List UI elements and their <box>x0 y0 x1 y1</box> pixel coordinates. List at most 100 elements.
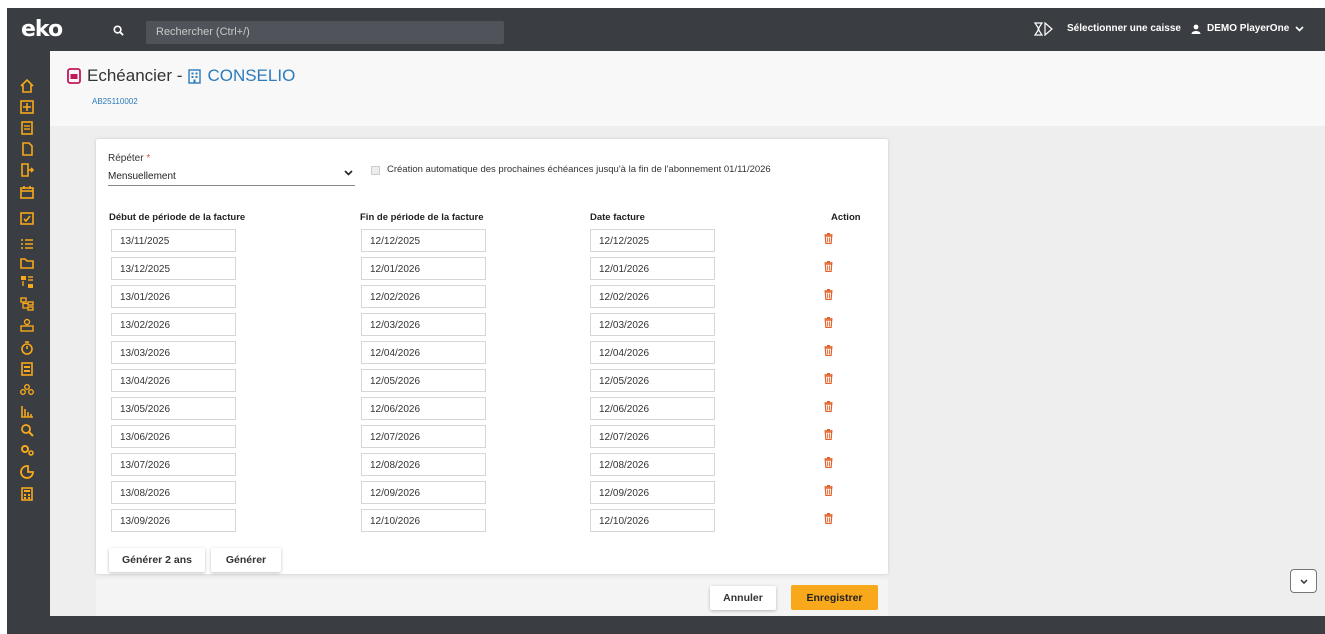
end-date-input[interactable]: 12/12/2025 <box>361 229 486 252</box>
end-date-input[interactable]: 12/10/2026 <box>361 509 486 532</box>
start-date-input[interactable]: 13/04/2026 <box>111 369 236 392</box>
date-date-input[interactable]: 12/06/2026 <box>590 397 715 420</box>
date-date-input[interactable]: 12/03/2026 <box>590 313 715 336</box>
trash-icon[interactable] <box>823 428 833 440</box>
group-icon[interactable] <box>20 383 34 397</box>
trash-icon[interactable] <box>823 316 833 328</box>
start-date-input[interactable]: 13/08/2026 <box>111 481 236 504</box>
chevron-down-icon <box>344 170 353 176</box>
hierarchy-icon[interactable] <box>20 297 34 311</box>
date-date-input[interactable]: 12/12/2025 <box>590 229 715 252</box>
folder-icon[interactable] <box>20 256 34 270</box>
user-menu-button[interactable]: DEMO PlayerOne <box>1191 23 1304 34</box>
trash-icon[interactable] <box>823 512 833 524</box>
table-row: 13/02/2026 12/03/2026 12/03/2026 <box>96 313 888 337</box>
top-bar: eko Rechercher (Ctrl+/) Sélectionner une… <box>7 8 1325 51</box>
cash-register-icon[interactable] <box>1033 21 1054 39</box>
timer-icon[interactable] <box>20 341 34 355</box>
date-date-input[interactable]: 12/01/2026 <box>590 257 715 280</box>
search-icon[interactable] <box>20 423 34 437</box>
start-date-input[interactable]: 13/09/2026 <box>111 509 236 532</box>
export-document-icon[interactable] <box>20 163 34 177</box>
bottom-bar <box>7 616 1325 634</box>
trash-icon[interactable] <box>823 456 833 468</box>
search-icon[interactable] <box>108 20 128 40</box>
contacts-icon[interactable] <box>20 318 34 332</box>
scroll-down-button[interactable] <box>1290 569 1317 593</box>
palette-icon[interactable] <box>20 465 34 479</box>
subscription-reference-link[interactable]: AB25110002 <box>92 97 138 106</box>
auto-create-label: Création automatique des prochaines éché… <box>387 164 771 175</box>
auto-create-checkbox[interactable] <box>371 166 380 175</box>
chevron-down-icon <box>1295 25 1304 32</box>
select-cash-register-button[interactable]: Sélectionner une caisse <box>1067 23 1181 34</box>
repeat-label-text: Répéter <box>108 153 144 164</box>
app-logo[interactable]: eko <box>21 17 63 42</box>
date-date-input[interactable]: 12/02/2026 <box>590 285 715 308</box>
trash-icon[interactable] <box>823 260 833 272</box>
stats-icon[interactable] <box>20 404 34 418</box>
required-marker: * <box>146 153 151 164</box>
save-button[interactable]: Enregistrer <box>791 585 878 610</box>
trash-icon[interactable] <box>823 288 833 300</box>
column-header-end: Fin de période de la facture <box>360 212 484 223</box>
invoice-document-icon <box>67 68 81 84</box>
end-date-input[interactable]: 12/02/2026 <box>361 285 486 308</box>
table-row: 13/06/2026 12/07/2026 12/07/2026 <box>96 425 888 449</box>
table-row: 13/05/2026 12/06/2026 12/06/2026 <box>96 397 888 421</box>
user-name: DEMO PlayerOne <box>1207 23 1290 34</box>
settings-icon[interactable] <box>20 443 34 457</box>
start-date-input[interactable]: 13/01/2026 <box>111 285 236 308</box>
page-title: Echéancier - CONSELIO <box>67 66 295 86</box>
tasks-icon[interactable] <box>20 237 34 251</box>
column-header-date: Date facture <box>590 212 645 223</box>
date-date-input[interactable]: 12/09/2026 <box>590 481 715 504</box>
date-date-input[interactable]: 12/05/2026 <box>590 369 715 392</box>
start-date-input[interactable]: 13/11/2025 <box>111 229 236 252</box>
date-date-input[interactable]: 12/10/2026 <box>590 509 715 532</box>
end-date-input[interactable]: 12/04/2026 <box>361 341 486 364</box>
start-date-input[interactable]: 13/07/2026 <box>111 453 236 476</box>
trash-icon[interactable] <box>823 400 833 412</box>
table-row: 13/01/2026 12/02/2026 12/02/2026 <box>96 285 888 309</box>
building-icon <box>188 68 202 84</box>
date-date-input[interactable]: 12/07/2026 <box>590 425 715 448</box>
date-date-input[interactable]: 12/08/2026 <box>590 453 715 476</box>
trash-icon[interactable] <box>823 344 833 356</box>
generate-button[interactable]: Générer <box>211 548 281 572</box>
start-date-input[interactable]: 13/12/2025 <box>111 257 236 280</box>
home-icon[interactable] <box>20 79 34 93</box>
end-date-input[interactable]: 12/08/2026 <box>361 453 486 476</box>
table-row: 13/07/2026 12/08/2026 12/08/2026 <box>96 453 888 477</box>
document-icon[interactable] <box>20 142 34 156</box>
calculator-icon[interactable] <box>20 487 34 501</box>
workflow-icon[interactable] <box>20 275 34 289</box>
end-date-input[interactable]: 12/06/2026 <box>361 397 486 420</box>
end-date-input[interactable]: 12/01/2026 <box>361 257 486 280</box>
calendar-check-icon[interactable] <box>20 211 34 225</box>
end-date-input[interactable]: 12/09/2026 <box>361 481 486 504</box>
trash-icon[interactable] <box>823 484 833 496</box>
end-date-input[interactable]: 12/05/2026 <box>361 369 486 392</box>
page-header: Echéancier - CONSELIO AB25110002 <box>50 51 1325 126</box>
date-date-input[interactable]: 12/04/2026 <box>590 341 715 364</box>
end-date-input[interactable]: 12/07/2026 <box>361 425 486 448</box>
client-link[interactable]: CONSELIO <box>207 66 295 86</box>
dashboard-icon[interactable] <box>20 100 34 114</box>
start-date-input[interactable]: 13/05/2026 <box>111 397 236 420</box>
trash-icon[interactable] <box>823 372 833 384</box>
start-date-input[interactable]: 13/03/2026 <box>111 341 236 364</box>
list-icon[interactable] <box>20 121 34 135</box>
start-date-input[interactable]: 13/02/2026 <box>111 313 236 336</box>
end-date-input[interactable]: 12/03/2026 <box>361 313 486 336</box>
repeat-select-value: Mensuellement <box>108 171 176 182</box>
generate-2-years-button[interactable]: Générer 2 ans <box>109 548 205 572</box>
cancel-button[interactable]: Annuler <box>710 586 776 610</box>
form-icon[interactable] <box>20 362 34 376</box>
search-input[interactable]: Rechercher (Ctrl+/) <box>146 21 504 44</box>
start-date-input[interactable]: 13/06/2026 <box>111 425 236 448</box>
calendar-icon[interactable] <box>20 185 34 199</box>
repeat-select[interactable]: Mensuellement <box>108 168 355 186</box>
user-icon <box>1191 24 1201 34</box>
trash-icon[interactable] <box>823 232 833 244</box>
